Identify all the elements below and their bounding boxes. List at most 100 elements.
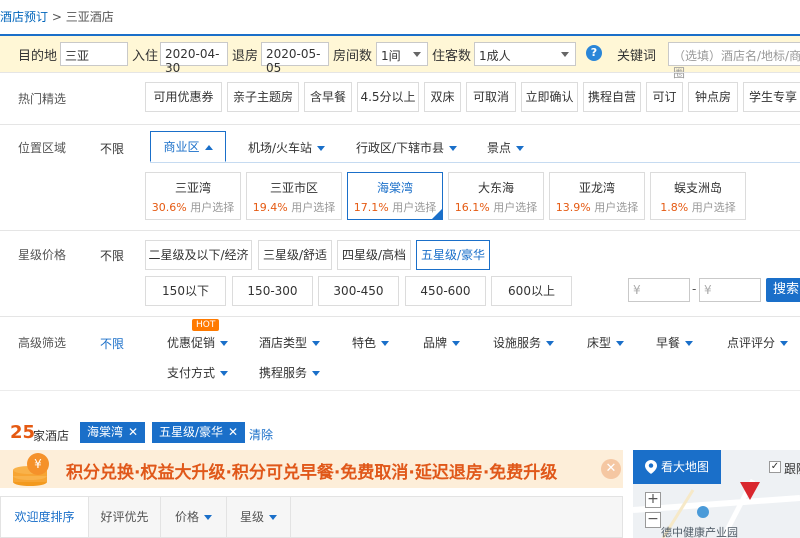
area-suffix: 用户选择 xyxy=(594,201,639,214)
map-marker-icon[interactable] xyxy=(737,478,763,504)
checkout-date-input[interactable]: 2020-05-05 xyxy=(261,42,329,75)
hot-chip-breakfast[interactable]: 含早餐 xyxy=(304,82,352,112)
advanced-filter-title: 高级筛选 xyxy=(18,336,67,350)
advanced-unlimited[interactable]: 不限 xyxy=(100,335,124,352)
tab-admin-district[interactable]: 行政区/下辖市县 xyxy=(356,139,458,156)
area-card-haitang-bay[interactable]: 海棠湾 17.1% 用户选择 xyxy=(347,172,443,220)
help-icon[interactable]: ? xyxy=(586,45,602,61)
breadcrumb-hotel-booking[interactable]: 酒店预订 xyxy=(0,10,48,24)
area-card-sanya-bay[interactable]: 三亚湾 30.6% 用户选择 xyxy=(145,172,241,220)
hot-chip-twin-bed[interactable]: 双床 xyxy=(424,82,461,112)
rooms-select[interactable]: 1间 xyxy=(376,42,428,66)
hot-chip-student[interactable]: 学生专享 xyxy=(743,82,800,112)
star-chip-comfort[interactable]: 三星级/舒适 xyxy=(258,240,332,270)
filter-payment[interactable]: 支付方式 xyxy=(167,364,229,381)
filter-ctrip-service[interactable]: 携程服务 xyxy=(259,364,321,381)
map-widget[interactable]: 看大地图 ✓ 跟随 + − 德中健康产业园 xyxy=(633,450,800,538)
star-unlimited[interactable]: 不限 xyxy=(100,247,124,264)
sort-label: 星级 xyxy=(239,510,264,524)
coin-symbol: ¥ xyxy=(34,457,42,471)
area-card-yalong-bay[interactable]: 亚龙湾 13.9% 用户选择 xyxy=(549,172,645,220)
sort-popularity[interactable]: 欢迎度排序 xyxy=(1,497,89,537)
zoom-out-button[interactable]: − xyxy=(645,512,661,528)
close-icon[interactable]: ✕ xyxy=(228,425,238,439)
area-name: 蜈支洲岛 xyxy=(673,181,722,195)
close-icon[interactable]: ✕ xyxy=(128,425,138,439)
area-card-sanya-downtown[interactable]: 三亚市区 19.4% 用户选择 xyxy=(246,172,342,220)
chevron-down-icon xyxy=(561,52,569,57)
hot-chip-bookable[interactable]: 可订 xyxy=(646,82,683,112)
close-icon[interactable]: ✕ xyxy=(601,459,621,479)
tab-scenic-spot[interactable]: 景点 xyxy=(487,139,525,156)
row-divider xyxy=(0,72,800,73)
min-price-input[interactable]: ¥ xyxy=(628,278,690,302)
section-divider xyxy=(0,390,800,391)
location-unlimited[interactable]: 不限 xyxy=(100,140,124,157)
filter-bed-type[interactable]: 床型 xyxy=(587,334,625,351)
filter-brand[interactable]: 品牌 xyxy=(423,334,461,351)
guests-select[interactable]: 1成人 xyxy=(474,42,576,66)
chevron-down-icon xyxy=(413,52,421,57)
filter-features[interactable]: 特色 xyxy=(352,334,390,351)
zoom-in-button[interactable]: + xyxy=(645,492,661,508)
area-card-dadonghai[interactable]: 大东海 16.1% 用户选择 xyxy=(448,172,544,220)
area-card-wuzhizhou[interactable]: 蜈支洲岛 1.8% 用户选择 xyxy=(650,172,746,220)
hot-chip-coupon[interactable]: 可用优惠券 xyxy=(145,82,222,112)
sort-star[interactable]: 星级 xyxy=(227,497,291,537)
price-chip-300-450[interactable]: 300-450 xyxy=(318,276,399,306)
tag-label: 五星级/豪华 xyxy=(159,425,224,439)
guests-value: 1成人 xyxy=(479,49,511,63)
star-chip-premium[interactable]: 四星级/高档 xyxy=(337,240,411,270)
active-filter-tag[interactable]: 五星级/豪华 ✕ xyxy=(152,422,246,443)
max-price-input[interactable]: ¥ xyxy=(699,278,761,302)
star-price-title: 星级价格 xyxy=(18,248,67,262)
checkin-date-input[interactable]: 2020-04-30 xyxy=(160,42,228,75)
sort-rating[interactable]: 好评优先 xyxy=(89,497,161,537)
filter-facilities[interactable]: 设施服务 xyxy=(493,334,555,351)
hot-chip-ctrip-operated[interactable]: 携程自营 xyxy=(583,82,641,112)
sort-price[interactable]: 价格 xyxy=(161,497,227,537)
map-button-label: 看大地图 xyxy=(661,460,710,474)
tag-label: 海棠湾 xyxy=(87,425,124,439)
filter-label: 特色 xyxy=(352,336,377,350)
promo-banner[interactable]: ¥ 积分兑换·权益大升级·积分可兑早餐·免费取消·延迟退房·免费升级 ✕ xyxy=(0,450,623,488)
follow-map-checkbox[interactable]: ✓ xyxy=(769,461,781,473)
hot-chip-rating[interactable]: 4.5分以上 xyxy=(357,82,419,112)
hot-chip-cancellable[interactable]: 可取消 xyxy=(466,82,516,112)
clear-filters-link[interactable]: 清除 xyxy=(249,426,273,443)
filter-promotion[interactable]: 优惠促销 xyxy=(167,334,229,351)
filter-review-score[interactable]: 点评评分 xyxy=(727,334,789,351)
destination-input[interactable]: 三亚 xyxy=(60,42,128,66)
tab-label: 景点 xyxy=(487,141,512,155)
chevron-down-icon xyxy=(452,341,461,346)
hot-chip-instant-confirm[interactable]: 立即确认 xyxy=(521,82,578,112)
filter-label: 床型 xyxy=(587,336,612,350)
active-filter-tag[interactable]: 海棠湾 ✕ xyxy=(80,422,146,443)
tab-airport-station[interactable]: 机场/火车站 xyxy=(248,139,326,156)
sort-label: 价格 xyxy=(174,510,199,524)
rooms-label: 房间数 xyxy=(333,49,373,64)
price-chip-150-300[interactable]: 150-300 xyxy=(232,276,313,306)
tab-business-district[interactable]: 商业区 xyxy=(150,131,226,162)
search-bar: 目的地 三亚 入住 2020-04-30 退房 2020-05-05 房间数 1… xyxy=(0,34,800,80)
price-chip-over-600[interactable]: 600以上 xyxy=(491,276,572,306)
hotel-count: 25 xyxy=(10,422,36,443)
filter-hotel-type[interactable]: 酒店类型 xyxy=(259,334,321,351)
filter-label: 携程服务 xyxy=(259,366,308,380)
chevron-down-icon xyxy=(269,515,277,520)
area-suffix: 用户选择 xyxy=(291,201,336,214)
area-name: 亚龙湾 xyxy=(578,181,615,195)
price-chip-450-600[interactable]: 450-600 xyxy=(405,276,486,306)
filter-breakfast[interactable]: 早餐 xyxy=(656,334,694,351)
hot-chip-family-room[interactable]: 亲子主题房 xyxy=(227,82,299,112)
hot-chip-hourly-room[interactable]: 钟点房 xyxy=(688,82,738,112)
view-big-map-button[interactable]: 看大地图 xyxy=(633,450,721,484)
keyword-input[interactable]: （选填）酒店名/地标/商圈 xyxy=(668,42,800,80)
area-percent: 16.1% xyxy=(454,201,490,214)
price-search-button[interactable]: 搜索 xyxy=(766,278,800,302)
location-title: 位置区域 xyxy=(18,141,67,155)
price-chip-under-150[interactable]: 150以下 xyxy=(145,276,226,306)
rooms-value: 1间 xyxy=(381,49,401,63)
star-chip-luxury[interactable]: 五星级/豪华 xyxy=(416,240,490,270)
star-chip-economy[interactable]: 二星级及以下/经济 xyxy=(145,240,252,270)
